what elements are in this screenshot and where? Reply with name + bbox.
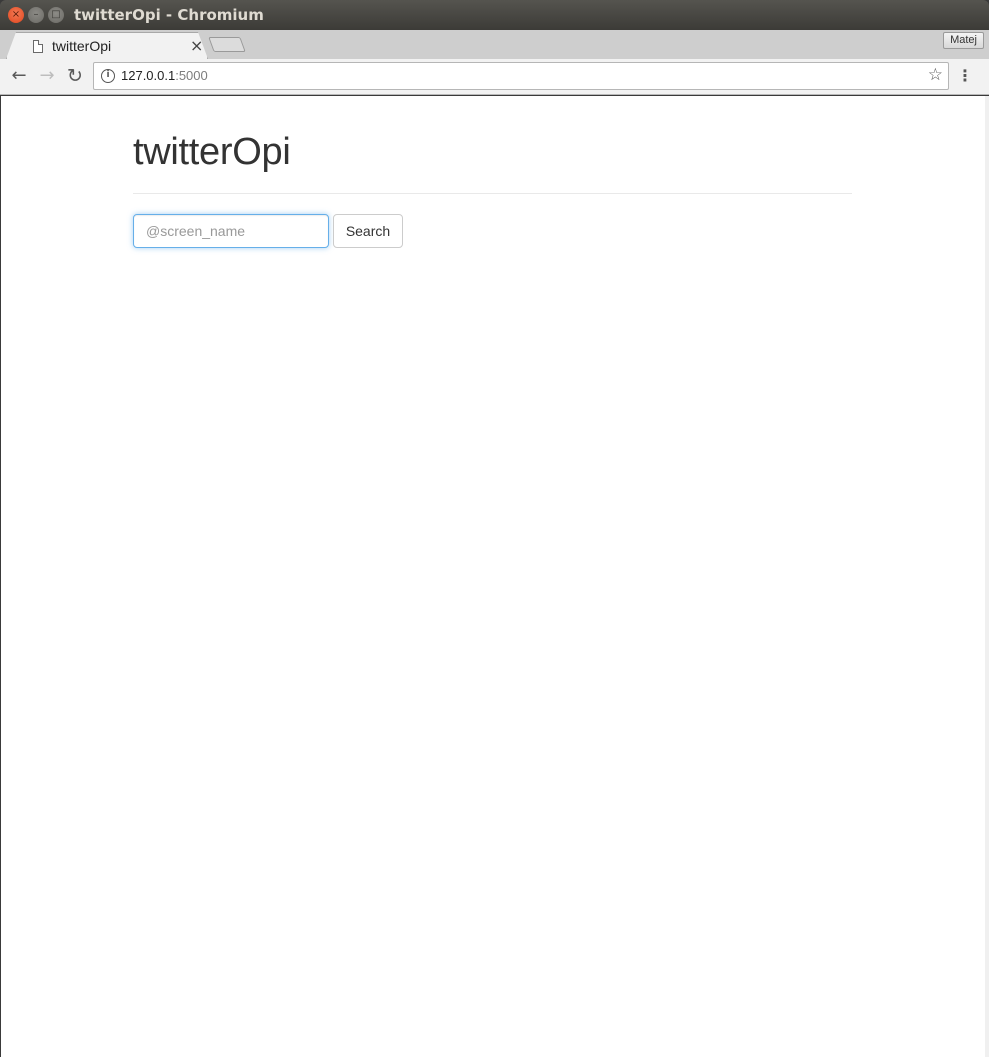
url-port: :5000 bbox=[175, 68, 208, 83]
page-viewport: twitterOpi Search bbox=[1, 96, 985, 1057]
tab-twitteropi[interactable]: twitterOpi × bbox=[6, 32, 208, 59]
tab-strip: twitterOpi × Matej bbox=[0, 30, 989, 59]
window-title: twitterOpi - Chromium bbox=[74, 6, 264, 24]
window-maximize-icon[interactable]: □ bbox=[48, 7, 64, 23]
info-icon[interactable]: i bbox=[101, 69, 115, 83]
reload-icon[interactable]: ↻ bbox=[64, 65, 86, 87]
search-button[interactable]: Search bbox=[333, 214, 403, 248]
window-close-icon[interactable]: × bbox=[8, 7, 24, 23]
page-icon bbox=[33, 40, 43, 53]
screen-name-input[interactable] bbox=[133, 214, 329, 248]
url-host: 127.0.0.1 bbox=[121, 68, 176, 83]
browser-toolbar: ← → ↻ i 127.0.0.1:5000 ☆ ⋮ bbox=[0, 59, 989, 95]
new-tab-button[interactable] bbox=[208, 37, 246, 52]
profile-button[interactable]: Matej bbox=[943, 32, 984, 49]
tab-close-icon[interactable]: × bbox=[190, 36, 203, 55]
menu-icon[interactable]: ⋮ bbox=[957, 66, 973, 86]
window-edge bbox=[985, 96, 989, 1057]
address-bar[interactable]: i 127.0.0.1:5000 ☆ bbox=[93, 62, 949, 90]
tab-title: twitterOpi bbox=[52, 38, 112, 54]
page-title: twitterOpi bbox=[133, 131, 291, 173]
back-arrow-icon[interactable]: ← bbox=[8, 65, 30, 87]
url-text[interactable]: 127.0.0.1:5000 bbox=[121, 68, 208, 83]
window-titlebar: × – □ twitterOpi - Chromium bbox=[0, 0, 989, 30]
forward-arrow-icon[interactable]: → bbox=[36, 65, 58, 87]
bookmark-star-icon[interactable]: ☆ bbox=[928, 65, 943, 85]
title-divider bbox=[133, 193, 852, 194]
window-minimize-icon[interactable]: – bbox=[28, 7, 44, 23]
